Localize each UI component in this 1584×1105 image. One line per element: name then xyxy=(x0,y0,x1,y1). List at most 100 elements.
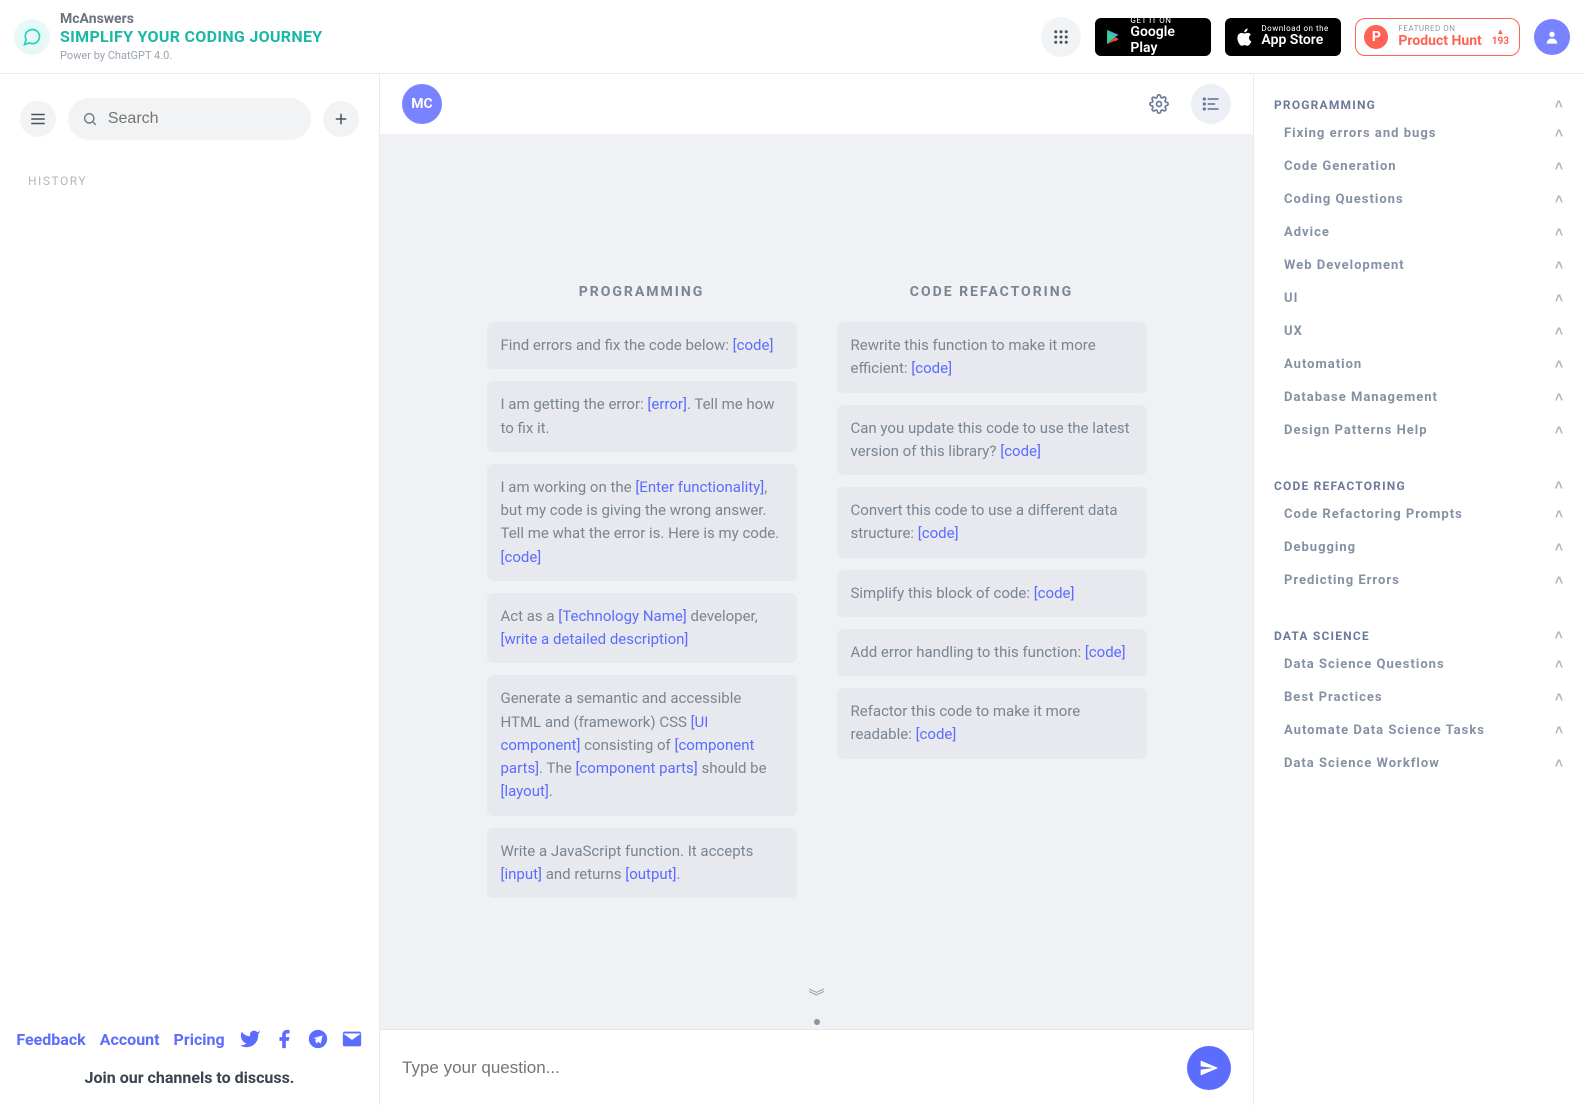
avatar[interactable]: MC xyxy=(402,84,442,124)
prompt-card[interactable]: Can you update this code to use the late… xyxy=(837,405,1147,476)
google-play-big: Google Play xyxy=(1130,25,1201,56)
rp-section-title[interactable]: PROGRAMMING ˄ xyxy=(1274,84,1564,117)
question-input[interactable] xyxy=(402,1046,1171,1090)
email-icon[interactable] xyxy=(341,1028,363,1050)
pricing-link[interactable]: Pricing xyxy=(174,1030,225,1049)
prompt-text: Write a JavaScript function. It accepts xyxy=(501,842,754,860)
rp-section-title-text: PROGRAMMING xyxy=(1274,98,1376,112)
gear-icon xyxy=(1149,94,1169,114)
prompt-token: [component parts] xyxy=(575,759,697,777)
prompts-panel-button[interactable] xyxy=(1191,84,1231,124)
rp-item[interactable]: Predicting Errors˄ xyxy=(1274,564,1564,597)
settings-button[interactable] xyxy=(1139,84,1179,124)
facebook-icon[interactable] xyxy=(273,1028,295,1050)
search-input[interactable] xyxy=(108,110,297,128)
apple-icon xyxy=(1235,27,1253,47)
chevron-double-down-icon: ︾ xyxy=(380,988,1253,1006)
chevron-up-icon: ˄ xyxy=(1555,656,1564,673)
chevron-up-icon: ˄ xyxy=(1555,572,1564,589)
rp-item[interactable]: Automation˄ xyxy=(1274,348,1564,381)
prompt-token: [input] xyxy=(501,865,542,883)
rp-item-label: Debugging xyxy=(1284,540,1356,555)
rp-item[interactable]: Design Patterns Help˄ xyxy=(1274,414,1564,447)
account-link[interactable]: Account xyxy=(100,1030,160,1049)
rp-item[interactable]: Advice˄ xyxy=(1274,216,1564,249)
chat-header: MC xyxy=(380,74,1253,134)
feedback-link[interactable]: Feedback xyxy=(16,1030,85,1049)
rp-item[interactable]: Code Generation˄ xyxy=(1274,150,1564,183)
chevron-up-icon: ˄ xyxy=(1555,290,1564,307)
apps-grid-button[interactable] xyxy=(1041,17,1081,57)
chevron-up-icon: ˄ xyxy=(1555,422,1564,439)
prompt-token: [code] xyxy=(916,725,957,743)
rp-section-title-text: DATA SCIENCE xyxy=(1274,629,1370,643)
rp-section-title[interactable]: CODE REFACTORING˄ xyxy=(1274,465,1564,498)
chevron-up-icon: ˄ xyxy=(1555,158,1564,175)
prompt-text: I am working on the xyxy=(501,478,636,496)
prompt-text: Act as a xyxy=(501,607,559,625)
prompt-card[interactable]: Find errors and fix the code below: [cod… xyxy=(487,322,797,369)
prompt-card[interactable]: I am working on the [Enter functionality… xyxy=(487,464,797,581)
logo-group[interactable]: McAnswers SIMPLIFY YOUR CODING JOURNEY P… xyxy=(14,11,322,62)
prompt-card[interactable]: Add error handling to this function: [co… xyxy=(837,629,1147,676)
user-icon xyxy=(1544,29,1560,45)
app-subtitle: SIMPLIFY YOUR CODING JOURNEY xyxy=(60,27,322,46)
chevron-up-icon: ˄ xyxy=(1555,257,1564,274)
rp-item[interactable]: Debugging˄ xyxy=(1274,531,1564,564)
user-menu-button[interactable] xyxy=(1534,19,1570,55)
telegram-icon[interactable] xyxy=(307,1028,329,1050)
prompt-text: developer, xyxy=(687,607,758,625)
plus-icon xyxy=(332,110,350,128)
rp-item[interactable]: UX˄ xyxy=(1274,315,1564,348)
rp-item[interactable]: UI˄ xyxy=(1274,282,1564,315)
prompt-token: [code] xyxy=(918,524,959,542)
prompt-text: Find errors and fix the code below: xyxy=(501,336,733,354)
rp-item[interactable]: Fixing errors and bugs˄ xyxy=(1274,117,1564,150)
google-play-badge[interactable]: GET IT ON Google Play xyxy=(1095,18,1211,56)
prompt-card[interactable]: Rewrite this function to make it more ef… xyxy=(837,322,1147,393)
prompt-card[interactable]: I am getting the error: [error]. Tell me… xyxy=(487,381,797,452)
prompt-card[interactable]: Write a JavaScript function. It accepts … xyxy=(487,828,797,899)
rp-item[interactable]: Web Development˄ xyxy=(1274,249,1564,282)
prompt-card[interactable]: Act as a [Technology Name] developer, [w… xyxy=(487,593,797,664)
app-header: McAnswers SIMPLIFY YOUR CODING JOURNEY P… xyxy=(0,0,1584,74)
prompt-text: consisting of xyxy=(580,736,674,754)
rp-item[interactable]: Best Practices˄ xyxy=(1274,681,1564,714)
prompt-column: PROGRAMMINGFind errors and fix the code … xyxy=(487,284,797,910)
twitter-icon[interactable] xyxy=(239,1028,261,1050)
page-dot xyxy=(814,1019,820,1025)
new-chat-button[interactable] xyxy=(323,101,359,137)
rp-item[interactable]: Automate Data Science Tasks˄ xyxy=(1274,714,1564,747)
search-icon xyxy=(82,110,98,128)
chevron-up-icon: ˄ xyxy=(1555,477,1564,494)
rp-item[interactable]: Coding Questions˄ xyxy=(1274,183,1564,216)
app-title: McAnswers xyxy=(60,11,322,27)
product-hunt-badge[interactable]: P FEATURED ON Product Hunt ▲ 193 xyxy=(1355,18,1520,56)
grid-icon xyxy=(1052,28,1070,46)
menu-button[interactable] xyxy=(20,101,56,137)
scroll-hint[interactable]: ︾ xyxy=(380,988,1253,1029)
search-field-wrap[interactable] xyxy=(68,98,311,140)
prompt-card[interactable]: Generate a semantic and accessible HTML … xyxy=(487,675,797,815)
product-hunt-icon: P xyxy=(1364,25,1388,49)
chevron-up-icon: ˄ xyxy=(1555,96,1564,113)
send-icon xyxy=(1199,1058,1219,1078)
prompt-card[interactable]: Refactor this code to make it more reada… xyxy=(837,688,1147,759)
rp-item[interactable]: Database Management˄ xyxy=(1274,381,1564,414)
rp-item[interactable]: Data Science Questions˄ xyxy=(1274,648,1564,681)
rp-item[interactable]: Code Refactoring Prompts ˄ xyxy=(1274,498,1564,531)
chevron-up-icon: ˄ xyxy=(1555,389,1564,406)
rp-section-title[interactable]: DATA SCIENCE˄ xyxy=(1274,615,1564,648)
chat-center: MC PROGRAMMINGFind errors and fix the co… xyxy=(380,74,1254,1105)
chevron-up-icon: ˄ xyxy=(1555,506,1564,523)
send-button[interactable] xyxy=(1187,1046,1231,1090)
app-store-big: App Store xyxy=(1261,33,1328,48)
prompt-card[interactable]: Simplify this block of code: [code] xyxy=(837,570,1147,617)
rp-item[interactable]: Data Science Workflow˄ xyxy=(1274,747,1564,780)
chevron-up-icon: ˄ xyxy=(1555,191,1564,208)
rp-item-label: Code Refactoring Prompts xyxy=(1284,507,1463,522)
left-sidebar: HISTORY Feedback Account Pricing Join ou… xyxy=(0,74,380,1105)
prompt-library-panel: PROGRAMMING˄Fixing errors and bugs˄Code … xyxy=(1254,74,1584,1105)
prompt-card[interactable]: Convert this code to use a different dat… xyxy=(837,487,1147,558)
app-store-badge[interactable]: Download on the App Store xyxy=(1225,18,1341,56)
